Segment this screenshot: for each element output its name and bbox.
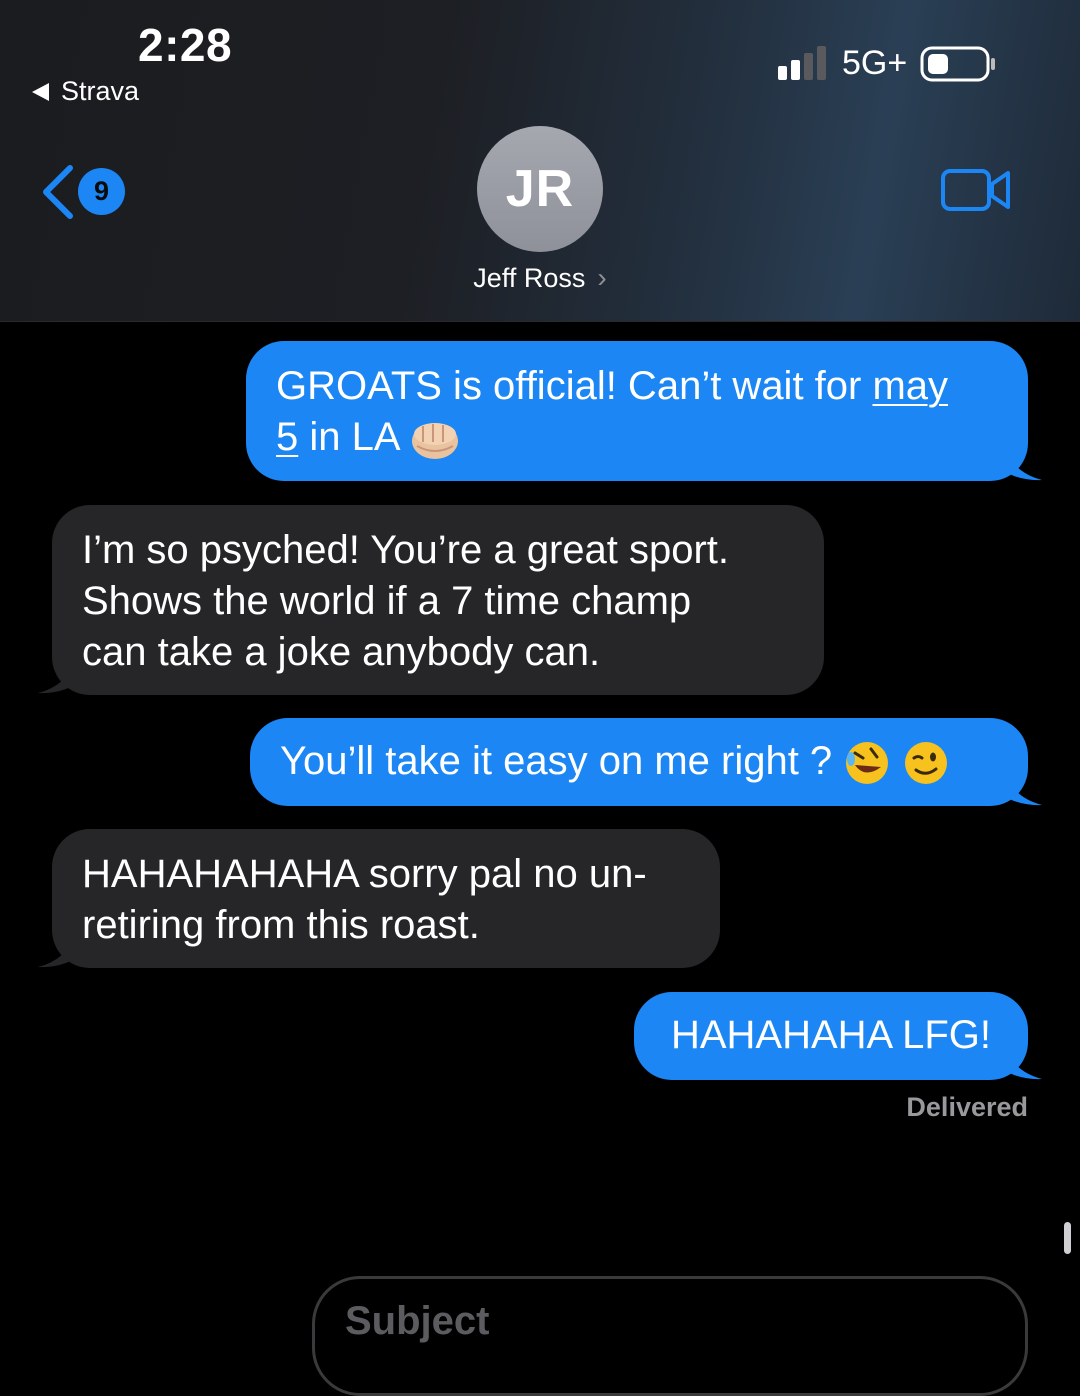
bubble-tail bbox=[1004, 772, 1042, 806]
message-line: I’m so psyched! You’re a great sport. bbox=[82, 528, 730, 572]
fist-emoji-icon bbox=[412, 423, 459, 460]
date-link[interactable]: may bbox=[872, 364, 948, 408]
message-text: in LA bbox=[298, 415, 399, 459]
message-line: retiring from this roast. bbox=[82, 903, 480, 947]
contact-name: Jeff Ross bbox=[473, 262, 586, 293]
message-text: GROATS is official! Can’t wait for bbox=[276, 364, 873, 408]
message-bubble-received[interactable]: I’m so psyched! You’re a great sport. Sh… bbox=[52, 505, 824, 695]
bubble-tail bbox=[1004, 1046, 1042, 1080]
conversation-header: 2:28 Strava 5G+ 9 JR Jeff Ross › bbox=[0, 0, 1080, 322]
message-bubble-received[interactable]: HAHAHAHAHA sorry pal no un- retiring fro… bbox=[52, 829, 720, 968]
message-text: HAHAHAHA LFG! bbox=[670, 1013, 992, 1057]
battery-icon bbox=[920, 46, 995, 82]
unread-badge: 9 bbox=[78, 168, 125, 215]
message-line: GROATS is official! Can’t wait for may bbox=[276, 361, 998, 412]
chevron-left-icon bbox=[43, 165, 73, 219]
subject-placeholder: Subject bbox=[345, 1299, 490, 1343]
bubble-tail bbox=[38, 934, 76, 968]
message-text: You’ll take it easy on me right ? bbox=[280, 739, 833, 783]
message-bubble-sent[interactable]: You’ll take it easy on me right ? bbox=[250, 718, 1028, 806]
back-to-app-link[interactable]: Strava bbox=[32, 76, 139, 107]
bubble-tail bbox=[1004, 447, 1042, 481]
message-bubble-sent[interactable]: GROATS is official! Can’t wait for may 5… bbox=[246, 341, 1028, 481]
back-button[interactable]: 9 bbox=[40, 162, 130, 222]
cellular-signal-icon bbox=[778, 46, 826, 80]
network-type: 5G+ bbox=[842, 44, 908, 82]
message-line: HAHAHAHAHA sorry pal no un- bbox=[82, 852, 647, 896]
back-triangle-icon bbox=[32, 82, 49, 101]
scroll-indicator[interactable] bbox=[1064, 1222, 1071, 1254]
video-camera-icon[interactable] bbox=[940, 166, 1012, 214]
chevron-right-icon: › bbox=[597, 262, 607, 293]
message-bubble-sent[interactable]: HAHAHAHA LFG! bbox=[634, 992, 1028, 1080]
contact-avatar[interactable]: JR bbox=[477, 126, 603, 252]
wink-emoji-icon bbox=[905, 742, 948, 785]
message-line: can take a joke anybody can. bbox=[82, 630, 601, 674]
rofl-emoji-icon bbox=[846, 742, 889, 785]
bubble-tail bbox=[38, 660, 76, 694]
subject-field[interactable]: Subject bbox=[312, 1276, 1028, 1396]
message-line: Shows the world if a 7 time champ bbox=[82, 579, 692, 623]
date-link[interactable]: 5 bbox=[276, 415, 298, 459]
message-line: 5 in LA bbox=[276, 412, 998, 463]
back-app-label: Strava bbox=[61, 76, 140, 106]
status-time: 2:28 bbox=[138, 19, 233, 71]
delivery-status: Delivered bbox=[906, 1092, 1028, 1122]
contact-name-button[interactable]: Jeff Ross › bbox=[0, 262, 1080, 294]
